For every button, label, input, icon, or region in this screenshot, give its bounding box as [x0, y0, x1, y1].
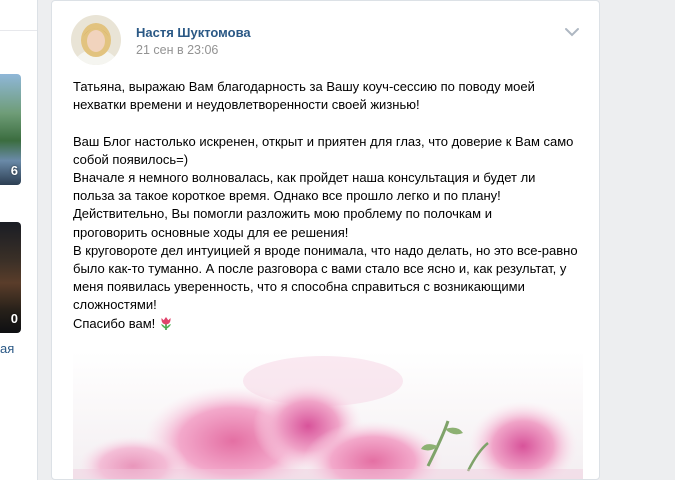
post-text: Татьяна, выражаю Вам благодарность за Ва…	[73, 78, 583, 336]
post-photo[interactable]	[73, 351, 583, 479]
text-line: Действительно, Вы помогли разложить мою …	[73, 206, 492, 222]
chevron-down-icon[interactable]	[563, 25, 581, 39]
text-line: В круговороте дел интуицией я вроде пони…	[73, 242, 578, 258]
album-thumbnail[interactable]: 6	[0, 74, 21, 185]
tulip-icon	[158, 315, 174, 336]
sidebar-link[interactable]: ая	[0, 341, 14, 356]
author-name[interactable]: Настя Шуктомова	[136, 25, 251, 40]
divider	[0, 30, 37, 31]
text-line: проговорить основные ходы для ее решения…	[73, 224, 349, 240]
text-line: Ваш Блог настолько искренен, открыт и пр…	[73, 133, 574, 149]
album-thumbnail[interactable]: 0	[0, 222, 21, 333]
post-date[interactable]: 21 сен в 23:06	[136, 43, 218, 57]
text-line: Вначале я немного волновалась, как пройд…	[73, 170, 536, 185]
text-line: Татьяна, выражаю Вам благодарность за Ва…	[73, 79, 535, 94]
text-line	[73, 114, 583, 132]
text-line: собой появилось=)	[73, 151, 189, 167]
thumbnail-count: 6	[10, 163, 18, 178]
thumbnail-count: 0	[10, 311, 18, 326]
text-line: Спасибо вам!	[73, 315, 156, 331]
left-column: 6 0 ая	[0, 0, 38, 480]
text-line: сложностями!	[73, 297, 157, 313]
text-line: нехватки времени и неудовлетворенности с…	[73, 97, 420, 113]
text-line-last: Спасибо вам!	[73, 315, 583, 336]
avatar[interactable]	[71, 15, 121, 65]
text-line: меня появилась уверенность, что я способ…	[73, 279, 525, 295]
text-line: польза за такое короткое время. Однако в…	[73, 188, 501, 204]
wall-post: Настя Шуктомова 21 сен в 23:06 Татьяна, …	[51, 0, 600, 480]
text-line: было как-то туманно. А после разговора с…	[73, 261, 567, 277]
